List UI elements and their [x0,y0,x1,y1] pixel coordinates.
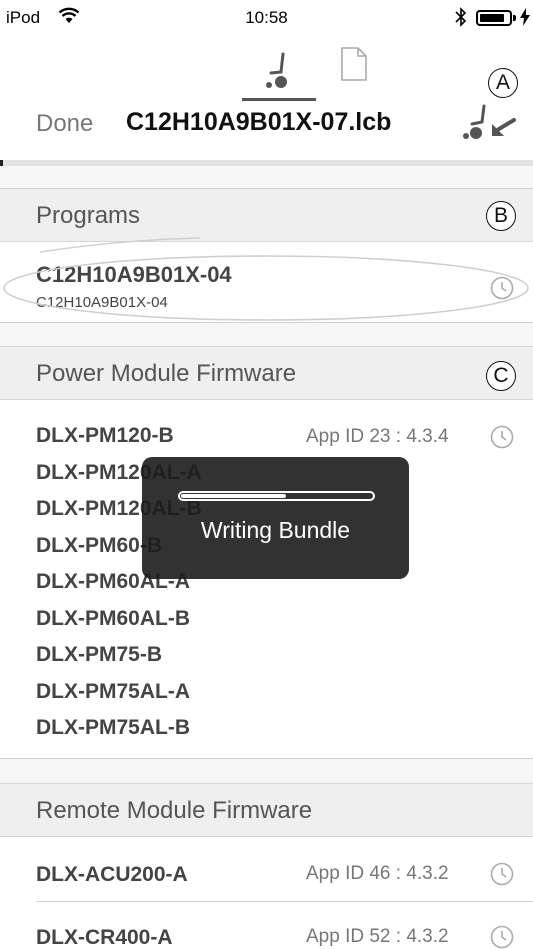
writing-progress-hud: Writing Bundle [142,457,409,579]
section-gap [0,166,533,188]
tab-document[interactable] [340,46,368,87]
battery-icon [476,10,516,26]
remote-module-header: Remote Module Firmware [0,783,533,837]
clock-icon[interactable] [490,276,514,300]
annotation-marker-b: B [486,201,516,231]
clock-icon[interactable] [490,425,514,449]
list-item[interactable]: DLX-PM75AL-A [36,680,202,717]
section-gap [0,323,533,346]
list-item[interactable]: DLX-PM120-B [36,424,202,461]
power-module-header: Power Module Firmware C [0,346,533,400]
status-time: 10:58 [245,8,288,27]
annotation-marker-c: C [486,361,516,391]
device-tab-icon [266,52,287,88]
done-button[interactable]: Done [36,110,93,138]
remote-module-title: Remote Module Firmware [36,797,313,824]
progress-bar [178,491,375,501]
program-subtitle: C12H10A9B01X-04 [36,294,168,311]
power-module-app-id: App ID 23 : 4.3.4 [306,426,449,447]
page-title: C12H10A9B01X-07.lcb [126,108,392,136]
bluetooth-icon [455,7,467,32]
tab-device[interactable] [242,46,316,101]
remote-item-app-id: App ID 46 : 4.3.2 [306,863,449,884]
remote-item-name: DLX-CR400-A [36,926,173,949]
list-item[interactable]: DLX-PM75AL-B [36,716,202,753]
list-item[interactable]: DLX-PM60AL-B [36,607,202,644]
clock-icon[interactable] [490,925,514,949]
annotation-marker-a: A [488,68,518,98]
programs-header: Programs B [0,188,533,242]
hud-label: Writing Bundle [200,517,351,543]
navigation-bar: A Done C12H10A9B01X-07.lcb [0,38,533,162]
document-tab-icon [341,47,367,81]
programs-title: Programs [36,202,141,229]
remote-row[interactable]: DLX-ACU200-A App ID 46 : 4.3.2 [0,837,533,901]
progress-bar-fill [181,494,287,498]
remote-item-app-id: App ID 52 : 4.3.2 [306,926,449,947]
list-item[interactable]: DLX-PM75-B [36,643,202,680]
program-row[interactable]: C12H10A9B01X-04 C12H10A9B01X-04 [0,248,533,328]
remote-item-name: DLX-ACU200-A [36,863,188,886]
program-name: C12H10A9B01X-04 [36,262,232,287]
charging-icon [520,8,530,30]
clock-icon[interactable] [490,862,514,886]
power-module-title: Power Module Firmware [36,360,297,387]
status-bar: iPod 10:58 [0,0,533,38]
section-gap [0,759,533,783]
remote-row[interactable]: DLX-CR400-A App ID 52 : 4.3.2 [0,902,533,949]
transfer-icon[interactable] [462,102,518,151]
